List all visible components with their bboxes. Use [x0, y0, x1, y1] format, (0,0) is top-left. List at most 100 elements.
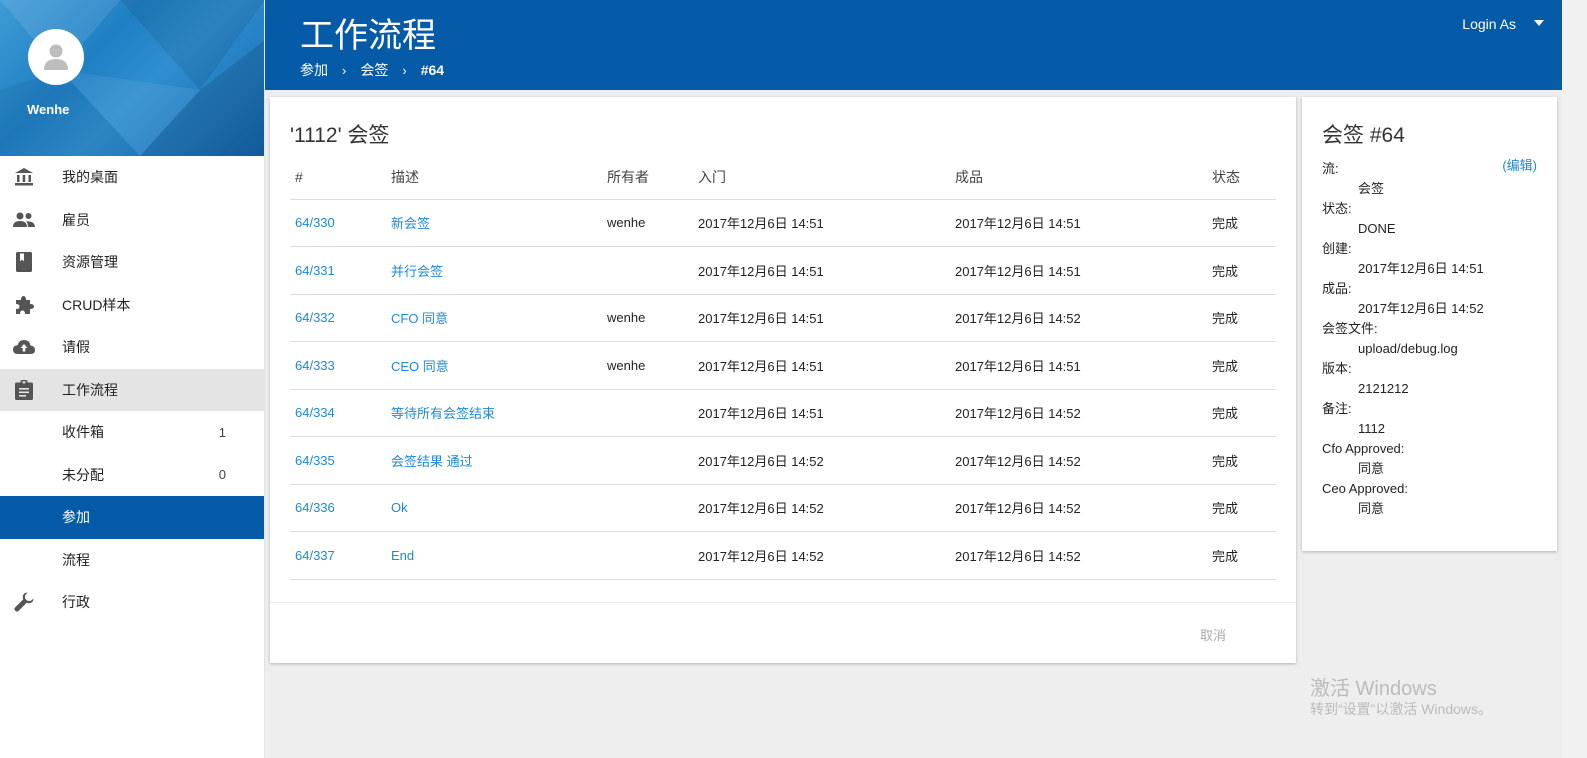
task-end: 2017年12月6日 14:52 — [955, 531, 1212, 580]
clipboard-icon — [13, 379, 35, 401]
task-id-link[interactable]: 64/337 — [295, 548, 335, 563]
table-row: 64/334 等待所有会签结束 2017年12月6日 14:51 2017年12… — [290, 389, 1276, 437]
task-id-link[interactable]: 64/330 — [295, 215, 335, 230]
nav-item-employees[interactable]: 雇员 — [0, 199, 264, 242]
task-start: 2017年12月6日 14:52 — [698, 484, 955, 532]
caret-down-icon[interactable] — [1534, 20, 1544, 26]
nav-subitem-unassigned[interactable]: 未分配 0 — [0, 454, 264, 497]
task-id-link[interactable]: 64/336 — [295, 500, 335, 515]
tasks-card: '1112' 会签 # 描述 所有者 入门 成品 状态 64/330 新会签 w… — [270, 97, 1296, 663]
cloud-upload-icon — [13, 336, 35, 358]
prop-value: 同意 — [1358, 461, 1385, 476]
task-desc-link[interactable]: CFO 同意 — [391, 311, 448, 326]
task-desc-link[interactable]: 新会签 — [391, 216, 430, 231]
task-owner: wenhe — [607, 341, 698, 390]
people-icon — [13, 209, 35, 231]
windows-watermark-subtitle: 转到“设置”以激活 Windows。 — [1310, 701, 1493, 717]
nav-label: CRUD样本 — [62, 296, 131, 313]
nav-subitem-inbox[interactable]: 收件箱 1 — [0, 411, 264, 454]
task-status: 完成 — [1212, 246, 1276, 295]
prop-label: 成品: — [1322, 281, 1352, 296]
task-end: 2017年12月6日 14:51 — [955, 341, 1212, 390]
edit-link[interactable]: (编辑) — [1502, 155, 1537, 174]
avatar[interactable] — [28, 29, 84, 85]
prop-value: 1112 — [1358, 421, 1385, 436]
tasks-table: # 描述 所有者 入门 成品 状态 64/330 新会签 wenhe 2017年… — [290, 155, 1276, 580]
prop-value: upload/debug.log — [1358, 341, 1458, 356]
table-row: 64/330 新会签 wenhe 2017年12月6日 14:51 2017年1… — [290, 199, 1276, 247]
nav-item-crud[interactable]: CRUD样本 — [0, 284, 264, 327]
breadcrumb-item[interactable]: 参加 — [300, 60, 328, 80]
nav-item-resources[interactable]: 资源管理 — [0, 241, 264, 284]
task-owner — [607, 484, 698, 532]
table-row: 64/332 CFO 同意 wenhe 2017年12月6日 14:51 201… — [290, 294, 1276, 342]
table-row: 64/337 End 2017年12月6日 14:52 2017年12月6日 1… — [290, 531, 1276, 580]
detail-title: 会签 #64 — [1322, 124, 1405, 147]
table-row: 64/331 并行会签 2017年12月6日 14:51 2017年12月6日 … — [290, 246, 1276, 295]
nav-label: 流程 — [62, 551, 90, 568]
bank-icon — [13, 166, 35, 188]
column-header: 成品 — [955, 155, 1212, 200]
task-start: 2017年12月6日 14:51 — [698, 199, 955, 247]
login-as-button[interactable]: Login As — [1462, 16, 1516, 32]
nav-item-admin[interactable]: 行政 — [0, 581, 264, 624]
column-header: 状态 — [1212, 155, 1276, 200]
column-header: # — [290, 155, 391, 200]
task-status: 完成 — [1212, 199, 1276, 247]
task-owner: wenhe — [607, 294, 698, 342]
sidebar-nav: 我的桌面 雇员 资源管理 CRUD样本 请假 工作流程 收件箱 1 未分配 0 … — [0, 156, 264, 624]
card-title: '1112' 会签 — [290, 124, 390, 147]
nav-item-desktop[interactable]: 我的桌面 — [0, 156, 264, 199]
prop-label: Ceo Approved: — [1322, 481, 1409, 496]
task-id-link[interactable]: 64/334 — [295, 405, 335, 420]
column-header: 描述 — [391, 155, 607, 200]
task-end: 2017年12月6日 14:51 — [955, 246, 1212, 295]
task-owner — [607, 531, 698, 580]
nav-label: 参加 — [62, 509, 90, 526]
table-row: 64/335 会签结果 通过 2017年12月6日 14:52 2017年12月… — [290, 436, 1276, 485]
task-desc-link[interactable]: End — [391, 548, 414, 563]
prop-value: 同意 — [1358, 501, 1385, 516]
task-id-link[interactable]: 64/331 — [295, 263, 335, 278]
nav-label: 行政 — [62, 594, 90, 611]
cancel-button[interactable]: 取消 — [1200, 625, 1226, 644]
prop-label: 备注: — [1322, 401, 1352, 416]
nav-subitem-participate[interactable]: 参加 — [0, 496, 264, 539]
page-title: 工作流程 — [300, 17, 436, 55]
task-end: 2017年12月6日 14:52 — [955, 484, 1212, 532]
chevron-right-icon: › — [402, 62, 407, 78]
task-owner — [607, 389, 698, 437]
task-desc-link[interactable]: 等待所有会签结束 — [391, 406, 495, 421]
nav-label: 工作流程 — [62, 381, 118, 398]
task-end: 2017年12月6日 14:52 — [955, 389, 1212, 437]
wrench-icon — [13, 591, 35, 613]
breadcrumb-item[interactable]: 会签 — [360, 60, 388, 80]
topbar: 工作流程 参加 › 会签 › #64 Login As — [265, 0, 1562, 90]
prop-value: 会签 — [1358, 181, 1385, 196]
nav-label: 请假 — [62, 339, 90, 356]
task-status: 完成 — [1212, 294, 1276, 342]
task-status: 完成 — [1212, 436, 1276, 485]
detail-properties: 流: 会签 状态: DONE 创建: 2017年12月6日 14:51 成品: … — [1322, 161, 1484, 521]
task-id-link[interactable]: 64/335 — [295, 453, 335, 468]
prop-label: 流: — [1322, 161, 1339, 176]
nav-item-leave[interactable]: 请假 — [0, 326, 264, 369]
task-end: 2017年12月6日 14:52 — [955, 294, 1212, 342]
nav-subitem-processes[interactable]: 流程 — [0, 539, 264, 582]
prop-value: DONE — [1358, 221, 1396, 236]
task-id-link[interactable]: 64/332 — [295, 310, 335, 325]
nav-label: 我的桌面 — [62, 169, 118, 186]
nav-label: 未分配 — [62, 466, 104, 483]
task-desc-link[interactable]: CEO 同意 — [391, 359, 449, 374]
task-desc-link[interactable]: Ok — [391, 500, 408, 515]
prop-label: 版本: — [1322, 361, 1352, 376]
nav-item-workflow[interactable]: 工作流程 — [0, 368, 264, 411]
task-start: 2017年12月6日 14:51 — [698, 246, 955, 295]
task-desc-link[interactable]: 并行会签 — [391, 264, 443, 279]
task-desc-link[interactable]: 会签结果 通过 — [391, 454, 473, 469]
nav-label: 收件箱 — [62, 424, 104, 441]
scrollbar[interactable] — [1562, 0, 1587, 758]
table-row: 64/333 CEO 同意 wenhe 2017年12月6日 14:51 201… — [290, 341, 1276, 390]
task-id-link[interactable]: 64/333 — [295, 358, 335, 373]
detail-card: 会签 #64 (编辑) 流: 会签 状态: DONE 创建: 2017年12月6… — [1302, 97, 1557, 551]
